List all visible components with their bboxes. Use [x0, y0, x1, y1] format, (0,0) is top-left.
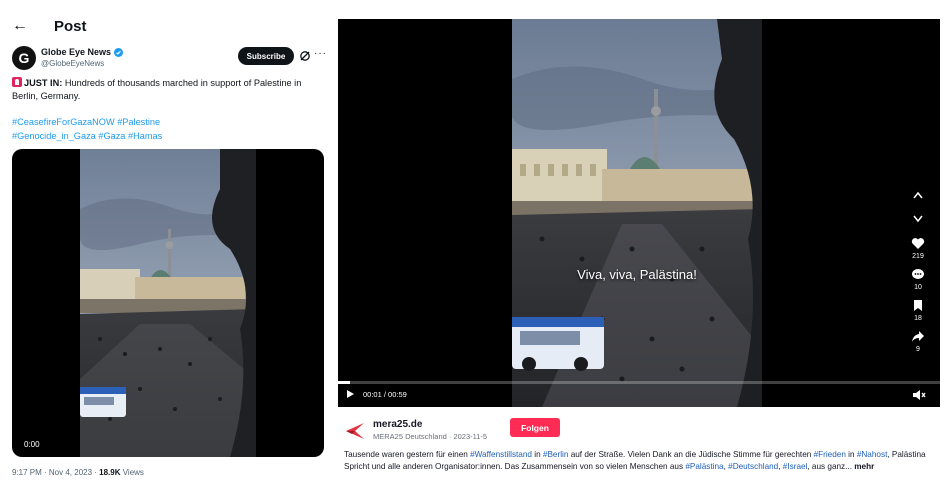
- hashtag-link[interactable]: #Waffenstillstand: [470, 450, 532, 459]
- author-name[interactable]: Globe Eye News: [41, 47, 111, 57]
- progress-bar[interactable]: [338, 381, 940, 384]
- desc-text: in: [531, 450, 543, 459]
- tweet-panel: ← Post G Globe Eye News @GlobeEyeNews Su…: [0, 0, 330, 486]
- hashtag-link[interactable]: #Palästina: [685, 462, 723, 471]
- playback-controls: 00:01 / 00:59: [346, 389, 407, 399]
- page-title: Post: [54, 17, 87, 35]
- tiktok-panel: Viva, viva, Palästina! 219 10 18 9 00:01…: [338, 16, 940, 486]
- chevron-down-icon[interactable]: [913, 215, 923, 223]
- hashtag-link[interactable]: #Gaza: [98, 131, 125, 141]
- hashtag-link[interactable]: #Berlin: [543, 450, 569, 459]
- comment-button[interactable]: [906, 268, 930, 281]
- more-link[interactable]: mehr: [854, 462, 874, 471]
- desc-text: auf der Straße. Vielen Dank an die Jüdis…: [568, 450, 814, 459]
- hashtag-link[interactable]: #Frieden: [814, 450, 846, 459]
- mute-icon[interactable]: [912, 388, 926, 402]
- like-count: 219: [912, 253, 924, 260]
- back-arrow-icon[interactable]: ←: [12, 17, 32, 35]
- desc-text: in: [845, 450, 857, 459]
- hashtag-link[interactable]: #Nahost: [857, 450, 888, 459]
- desc-text: Tausende waren gestern für einen: [344, 450, 471, 459]
- hashtag-link[interactable]: #Israel: [783, 462, 808, 471]
- playback-time: 00:01 / 00:59: [363, 389, 407, 399]
- berlin-crowd-video: [512, 19, 762, 407]
- post-header: ← Post: [12, 16, 87, 36]
- author-name-row: Globe Eye News: [41, 47, 124, 57]
- like-button[interactable]: [906, 237, 930, 250]
- hashtag-link[interactable]: #CeasefireForGazaNOW: [12, 117, 115, 127]
- share-count: 9: [916, 346, 920, 353]
- comment-count: 10: [914, 284, 922, 291]
- tweet-text-prefix: JUST IN:: [24, 78, 63, 88]
- tweet-video[interactable]: 0:00: [12, 149, 324, 457]
- mera25-logo-icon[interactable]: [344, 420, 366, 442]
- play-icon[interactable]: [346, 389, 355, 399]
- desc-text: , aus ganz...: [807, 462, 855, 471]
- save-button[interactable]: [906, 299, 930, 312]
- grok-icon[interactable]: [299, 50, 311, 62]
- more-options-icon[interactable]: ···: [314, 48, 327, 59]
- creator-subtitle: MERA25 Deutschland · 2023-11-5: [373, 432, 488, 441]
- views-label: Views: [120, 468, 144, 477]
- share-button[interactable]: [906, 330, 930, 343]
- tweet-text: JUST IN: Hundreds of thousands marched i…: [12, 77, 324, 103]
- comment-icon: [912, 269, 924, 279]
- follow-button[interactable]: Folgen: [510, 418, 560, 437]
- post-timestamp[interactable]: 9:17 PM · Nov 4, 2023 ·: [12, 468, 99, 477]
- video-frame: [80, 149, 256, 457]
- save-count: 18: [914, 315, 922, 322]
- view-count: 18.9K: [99, 468, 121, 477]
- tweet-author: G Globe Eye News @GlobeEyeNews Subscribe…: [12, 46, 327, 72]
- verified-badge-icon: [114, 47, 124, 57]
- video-timestamp: 0:00: [24, 440, 40, 449]
- progress-fill: [338, 381, 351, 384]
- post-meta: 9:17 PM · Nov 4, 2023 · 18.9K Views: [12, 468, 144, 477]
- video-player[interactable]: Viva, viva, Palästina! 219 10 18 9 00:01…: [338, 19, 940, 407]
- share-icon: [912, 331, 924, 342]
- hashtag-link[interactable]: #Hamas: [128, 131, 162, 141]
- avatar[interactable]: G: [12, 46, 36, 70]
- author-handle[interactable]: @GlobeEyeNews: [41, 59, 104, 68]
- hashtag-link[interactable]: #Genocide_in_Gaza: [12, 131, 96, 141]
- tweet-hashtags: #CeasefireForGazaNOW #Palestine #Genocid…: [12, 116, 324, 143]
- video-caption: Viva, viva, Palästina!: [577, 267, 697, 282]
- chevron-up-icon[interactable]: [913, 191, 923, 199]
- creator-name[interactable]: mera25.de: [373, 419, 422, 430]
- heart-icon: [911, 238, 925, 249]
- subscribe-button[interactable]: Subscribe: [238, 47, 294, 65]
- hashtag-link[interactable]: #Deutschland: [728, 462, 778, 471]
- side-actions: 219 10 18 9: [906, 191, 930, 361]
- bookmark-icon: [914, 300, 922, 311]
- berlin-crowd-video-thumbnail: [80, 149, 256, 457]
- siren-icon: [12, 77, 22, 87]
- hashtag-link[interactable]: #Palestine: [117, 117, 160, 127]
- video-frame: [512, 19, 762, 407]
- creator-row: mera25.de MERA25 Deutschland · 2023-11-5…: [344, 416, 934, 446]
- video-description: Tausende waren gestern für einen #Waffen…: [344, 449, 936, 473]
